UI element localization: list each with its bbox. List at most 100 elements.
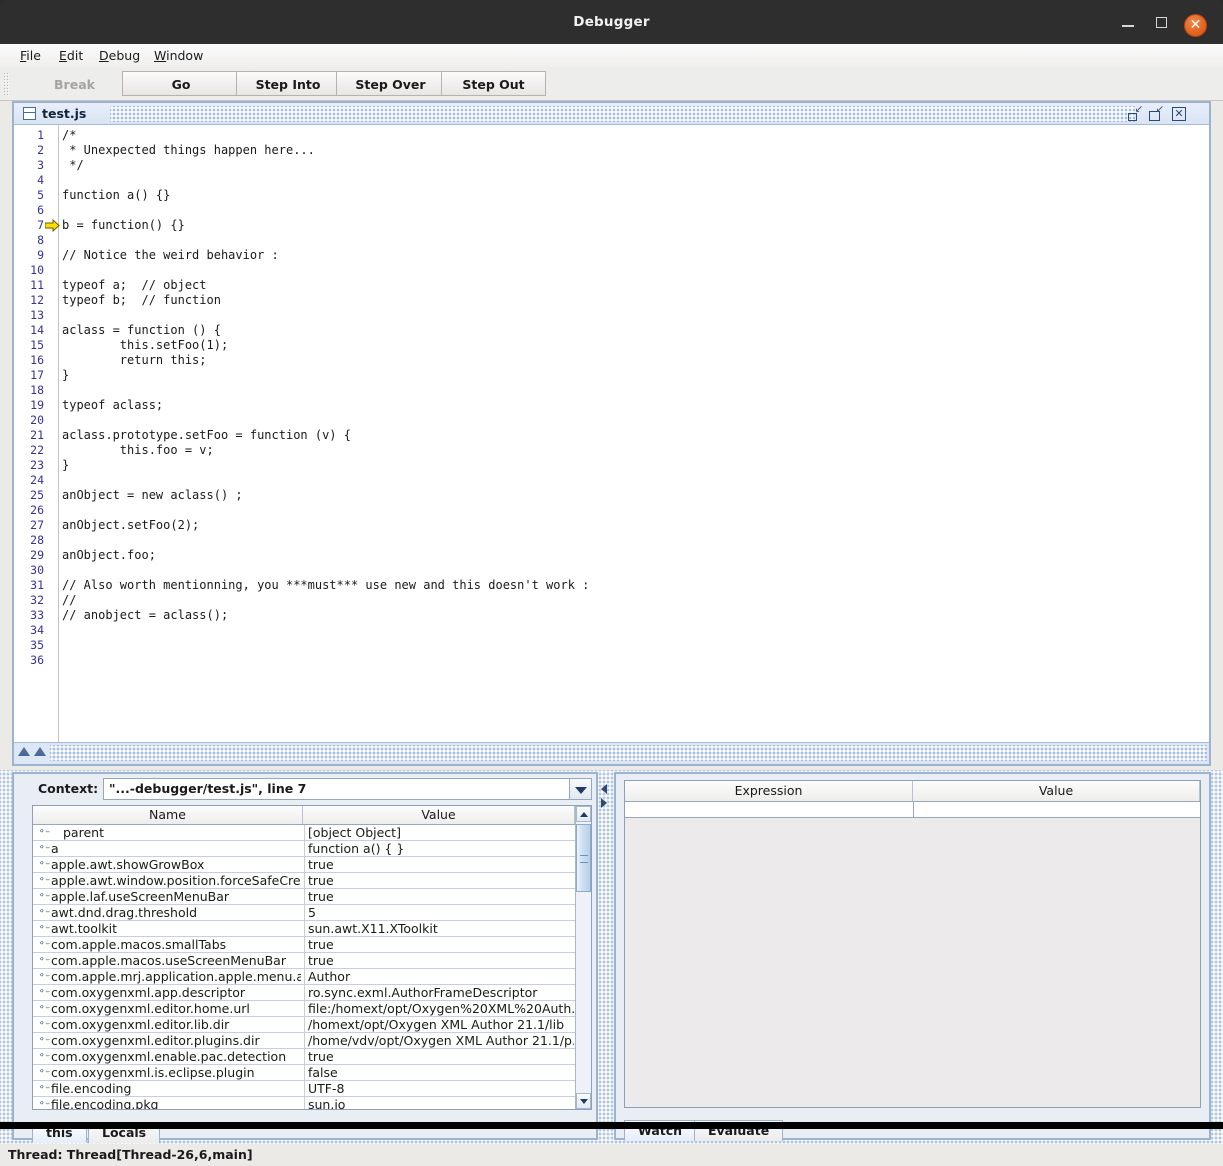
expand-node-icon[interactable]: ⚬–	[38, 1068, 50, 1077]
expand-node-icon[interactable]: ⚬–	[38, 1036, 50, 1045]
table-row[interactable]: ⚬– com.oxygenxml.editor.plugins.dir/home/…	[33, 1033, 591, 1049]
line-number: 33	[30, 608, 44, 622]
expand-node-icon[interactable]: ⚬–	[38, 940, 50, 949]
step-out-button[interactable]: Step Out	[441, 71, 546, 96]
expand-node-icon[interactable]: ⚬–	[38, 1052, 50, 1061]
maximize-icon[interactable]	[1151, 12, 1172, 33]
variable-name: apple.awt.showGrowBox	[51, 857, 205, 872]
table-row[interactable]: ⚬– apple.laf.useScreenMenuBar true	[33, 889, 591, 905]
expand-node-icon[interactable]: ⚬–	[38, 956, 50, 965]
hscroll-arrow-2-icon[interactable]	[34, 747, 46, 756]
expand-node-icon[interactable]: ⚬–	[38, 1020, 50, 1029]
table-row[interactable]: ⚬– file.encoding.pkg sun.io	[33, 1097, 591, 1109]
variable-value: [object Object]	[304, 825, 574, 841]
editor-horizontal-scrollbar[interactable]	[14, 742, 1209, 764]
code-line: anObject.foo;	[62, 548, 156, 562]
variable-value: /home/vdv/opt/Oxygen XML Author 21.1/p..…	[304, 1033, 574, 1049]
table-row[interactable]: ⚬– a function a() { }	[33, 841, 591, 857]
code-line: anObject = new aclass() ;	[62, 488, 243, 502]
table-row[interactable]: ⚬– apple.awt.window.position.forceSafeCre…	[33, 873, 591, 889]
table-row[interactable]: ⚬– apple.awt.showGrowBox true	[33, 857, 591, 873]
editor-titlebar[interactable]: test.js ↙ ↙ ✕	[14, 103, 1209, 125]
frame-maximize-icon[interactable]: ↙	[1149, 105, 1164, 121]
variables-table[interactable]: Name Value ⚬– parent [object Object] ⚬– a fu…	[32, 805, 592, 1110]
variable-name: com.oxygenxml.app.descriptor	[51, 985, 246, 1000]
window-title: Debugger	[573, 14, 650, 30]
scroll-down-button[interactable]	[576, 1093, 591, 1109]
frame-close-icon[interactable]: ✕	[1172, 107, 1186, 121]
watch-empty-row[interactable]	[625, 802, 1200, 818]
table-row[interactable]: ⚬– awt.dnd.drag.threshold 5	[33, 905, 591, 921]
table-row[interactable]: ⚬– com.oxygenxml.enable.pac.detection true	[33, 1049, 591, 1065]
menu-file[interactable]: File	[12, 44, 49, 68]
expand-node-icon[interactable]: ⚬–	[38, 828, 50, 837]
column-header-expression[interactable]: Expression	[625, 781, 913, 801]
expand-node-icon[interactable]: ⚬–	[38, 1084, 50, 1093]
close-icon[interactable]: ✕	[1184, 14, 1207, 37]
expand-node-icon[interactable]: ⚬–	[38, 1004, 50, 1013]
splitter-collapse-left-icon[interactable]	[601, 784, 607, 794]
line-number: 34	[30, 623, 44, 637]
frame-restore-icon[interactable]: ↙	[1128, 105, 1143, 121]
table-row[interactable]: ⚬– com.apple.mrj.application.apple.menu.a…	[33, 969, 591, 985]
code-line: /*	[62, 128, 77, 142]
line-number: 19	[30, 398, 44, 412]
scrollbar-thumb[interactable]	[576, 824, 591, 892]
expand-node-icon[interactable]: ⚬–	[38, 924, 50, 933]
line-number: 12	[30, 293, 44, 307]
table-row[interactable]: ⚬– com.oxygenxml.editor.home.url file:/hom…	[33, 1001, 591, 1017]
code-content[interactable]: /* * Unexpected things happen here... */…	[59, 125, 1209, 742]
step-over-button[interactable]: Step Over	[336, 71, 445, 96]
menu-debug-rest: ebug	[108, 48, 141, 63]
expand-node-icon[interactable]: ⚬–	[38, 844, 50, 853]
expand-node-icon[interactable]: ⚬–	[38, 1100, 50, 1109]
column-header-value[interactable]: Value	[303, 806, 575, 824]
variable-name: com.oxygenxml.editor.plugins.dir	[51, 1033, 260, 1048]
menu-window[interactable]: Window	[146, 44, 211, 68]
expand-node-icon[interactable]: ⚬–	[38, 876, 50, 885]
expand-node-icon[interactable]: ⚬–	[38, 860, 50, 869]
table-row[interactable]: ⚬– com.oxygenxml.editor.lib.dir/homext/op…	[33, 1017, 591, 1033]
line-number: 21	[30, 428, 44, 442]
line-number: 5	[37, 188, 44, 202]
expand-node-icon[interactable]: ⚬–	[38, 892, 50, 901]
watch-table[interactable]: Expression Value	[624, 780, 1201, 1108]
table-row[interactable]: ⚬– awt.toolkit sun.awt.X11.XToolkit	[33, 921, 591, 937]
menu-window-rest: indow	[166, 48, 204, 63]
table-row[interactable]: ⚬– file.encoding UTF-8	[33, 1081, 591, 1097]
panel-splitter[interactable]	[598, 772, 612, 1140]
expand-node-icon[interactable]: ⚬–	[38, 972, 50, 981]
editor-text-area[interactable]: 1 2 3 4 5 6 7 8 9 10 11 12 13 14 15 16 17 18 19 20 21 22 23 24 2…	[14, 125, 1209, 742]
hscroll-track[interactable]	[50, 745, 1207, 761]
expand-node-icon[interactable]: ⚬–	[38, 988, 50, 997]
scroll-up-button[interactable]	[576, 806, 591, 822]
table-row[interactable]: ⚬– com.apple.macos.smallTabs true	[33, 937, 591, 953]
triangle-up-icon	[580, 812, 588, 817]
expand-node-icon[interactable]: ⚬–	[38, 908, 50, 917]
line-number: 25	[30, 488, 44, 502]
step-into-button[interactable]: Step Into	[236, 71, 340, 96]
table-row[interactable]: ⚬– com.oxygenxml.app.descriptor ro.sync.ex…	[33, 985, 591, 1001]
code-line: }	[62, 368, 70, 382]
menu-edit[interactable]: Edit	[51, 44, 91, 68]
variable-name: com.apple.macos.smallTabs	[51, 937, 227, 952]
go-button[interactable]: Go	[122, 71, 240, 96]
table-row[interactable]: ⚬– com.apple.macos.useScreenMenuBar true	[33, 953, 591, 969]
column-header-watch-value[interactable]: Value	[913, 781, 1200, 801]
line-number: 30	[30, 563, 44, 577]
chevron-down-icon[interactable]	[569, 779, 591, 799]
splitter-collapse-right-icon[interactable]	[601, 798, 607, 808]
table-row[interactable]: ⚬– com.oxygenxml.is.eclipse.plugin false	[33, 1065, 591, 1081]
hscroll-arrow-1-icon[interactable]	[18, 747, 30, 756]
toolbar-grip-handle[interactable]	[3, 72, 10, 95]
column-header-name[interactable]: Name	[33, 806, 303, 824]
menu-debug[interactable]: Debug	[91, 44, 148, 68]
context-dropdown[interactable]: "...-debugger/test.js", line 7	[103, 778, 592, 800]
variables-table-header: Name Value	[33, 806, 591, 825]
table-row[interactable]: ⚬– parent [object Object]	[33, 825, 591, 841]
variables-vertical-scrollbar[interactable]	[575, 806, 591, 1109]
break-button[interactable]: Break	[12, 71, 137, 96]
minimize-icon[interactable]	[1118, 12, 1139, 33]
